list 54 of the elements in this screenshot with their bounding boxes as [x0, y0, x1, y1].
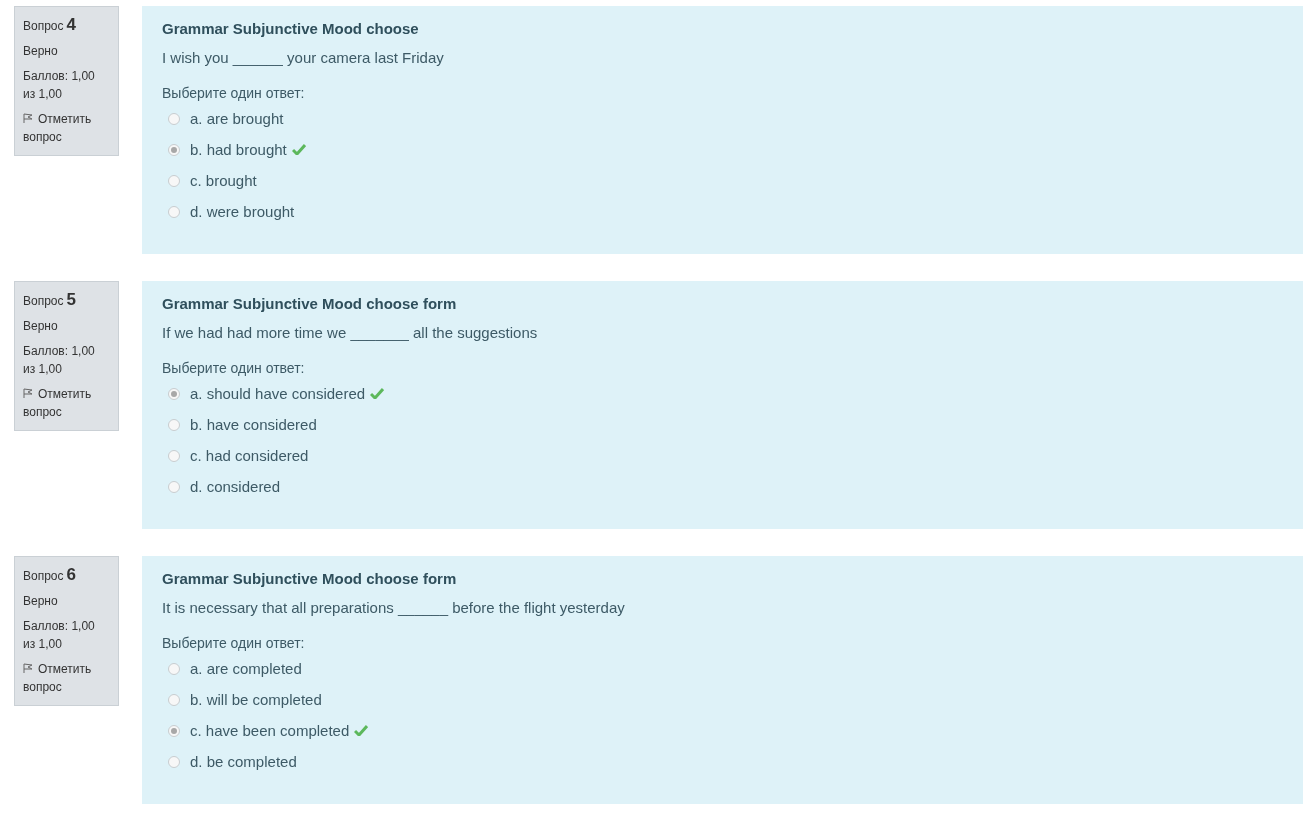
question-status: Верно — [23, 318, 59, 335]
question-text: I wish you ______ your camera last Friday — [162, 48, 445, 68]
answer-option: c. had considered — [190, 447, 309, 464]
question-number: 4 — [66, 15, 76, 35]
radio-button[interactable] — [168, 418, 180, 431]
flag-question-link[interactable]: Отметить вопрос — [23, 660, 110, 696]
radio-button[interactable] — [168, 143, 180, 156]
radio-button[interactable] — [168, 480, 180, 493]
answer-option: c. have been completed — [190, 722, 350, 739]
check-icon — [354, 725, 369, 736]
question-title: Grammar Subjunctive Mood choose form — [162, 569, 458, 589]
answer-prompt: Выберите один ответ: — [162, 359, 306, 378]
answer-prompt: Выберите один ответ: — [162, 84, 306, 103]
radio-button[interactable] — [168, 174, 180, 187]
radio-button[interactable] — [168, 662, 180, 675]
radio-button[interactable] — [168, 387, 180, 400]
question-text: If we had had more time we _______ all the suggestions — [162, 323, 539, 343]
answer-option: a. are brought — [190, 110, 284, 127]
answer-option: c. brought — [190, 172, 257, 189]
radio-button[interactable] — [168, 449, 180, 462]
check-icon — [291, 144, 306, 155]
radio-button[interactable] — [168, 693, 180, 706]
answer-option: a. should have considered — [190, 385, 366, 402]
question-label: Вопрос — [23, 294, 64, 308]
radio-button[interactable] — [168, 112, 180, 125]
answer-option: b. have considered — [190, 416, 317, 433]
question-status: Верно — [23, 43, 59, 60]
answer-option: b. will be completed — [190, 691, 322, 708]
flag-question-link[interactable]: Отметить вопрос — [23, 110, 110, 146]
flag-question-link[interactable]: Отметить вопрос — [23, 385, 110, 421]
question-title: Grammar Subjunctive Mood choose form — [162, 294, 458, 314]
question-text: It is necessary that all preparations ______ before the flight yesterday — [162, 598, 626, 618]
radio-button[interactable] — [168, 755, 180, 768]
question-score: Баллов: 1,00 из 1,00 — [23, 618, 96, 653]
answer-option: d. were brought — [190, 203, 295, 220]
answer-option: a. are completed — [190, 660, 302, 677]
question-number: 5 — [66, 290, 76, 310]
answer-option: b. had brought — [190, 141, 287, 158]
answer-prompt: Выберите один ответ: — [162, 634, 306, 653]
radio-button[interactable] — [168, 205, 180, 218]
question-label: Вопрос — [23, 569, 64, 583]
question-score: Баллов: 1,00 из 1,00 — [23, 343, 96, 378]
question-status: Верно — [23, 593, 59, 610]
flag-icon — [23, 113, 33, 124]
question-label: Вопрос — [23, 19, 64, 33]
flag-icon — [23, 663, 33, 674]
answer-option: d. be completed — [190, 753, 297, 770]
radio-button[interactable] — [168, 724, 180, 737]
flag-icon — [23, 388, 33, 399]
question-score: Баллов: 1,00 из 1,00 — [23, 68, 96, 103]
question-title: Grammar Subjunctive Mood choose — [162, 19, 420, 39]
check-icon — [370, 388, 385, 399]
answer-option: d. considered — [190, 478, 281, 495]
question-number: 6 — [66, 565, 76, 585]
